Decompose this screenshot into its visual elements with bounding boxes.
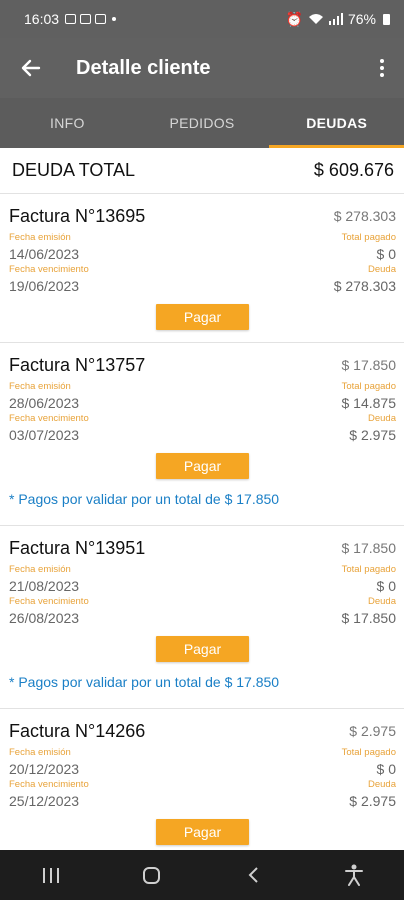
image-notification-icon [65, 14, 77, 24]
debt-value: $ 2.975 [349, 427, 396, 443]
alarm-icon: ⏰ [285, 10, 303, 27]
accessibility-icon [344, 864, 363, 886]
invoice-amount: $ 278.303 [333, 208, 396, 224]
invoice-title: Factura N°13757 [9, 354, 146, 375]
debt-label: Deuda [368, 779, 396, 790]
issue-date-label: Fecha emisión [9, 232, 71, 243]
invoice-amount: $ 2.975 [349, 723, 396, 739]
issue-date-value: 28/06/2023 [9, 395, 80, 411]
more-vert-icon-dot [380, 73, 384, 77]
status-right: ⏰ 76% [286, 11, 390, 28]
more-vert-icon-dot [380, 59, 384, 63]
total-paid-label: Total pagado [341, 564, 396, 575]
pay-button[interactable]: Pagar [156, 636, 249, 662]
debt-label: Deuda [368, 413, 396, 424]
invoice-title: Factura N°13695 [9, 205, 146, 226]
accessibility-button[interactable] [324, 850, 384, 900]
signal-icon [328, 13, 343, 25]
due-date-label: Fecha vencimiento [9, 413, 89, 424]
total-paid-label: Total pagado [341, 381, 396, 392]
pay-button[interactable]: Pagar [156, 819, 249, 845]
system-back-button[interactable] [223, 850, 283, 900]
page-title: Detalle cliente [76, 56, 211, 79]
total-paid-value: $ 0 [376, 578, 396, 594]
invoice-amount: $ 17.850 [341, 540, 397, 556]
debt-value: $ 2.975 [349, 793, 396, 809]
instagram-notification-icon [95, 14, 107, 24]
due-date-value: 25/12/2023 [9, 793, 80, 809]
tab-deudas[interactable]: DEUDAS [269, 98, 404, 148]
issue-date-label: Fecha emisión [9, 747, 71, 758]
issue-date-value: 14/06/2023 [9, 246, 80, 262]
issue-date-value: 21/08/2023 [9, 578, 80, 594]
wifi-icon [308, 14, 323, 24]
chevron-left-icon [248, 867, 258, 883]
total-paid-value: $ 0 [376, 761, 396, 777]
pay-button[interactable]: Pagar [156, 453, 249, 479]
due-date-label: Fecha vencimiento [9, 779, 89, 790]
issue-date-label: Fecha emisión [9, 564, 71, 575]
due-date-label: Fecha vencimiento [9, 264, 89, 275]
debts-list[interactable]: DEUDA TOTAL $ 609.676 Factura N°13695 $ … [0, 148, 404, 850]
invoice-card: Factura N°13951 $ 17.850 Fecha emisión 2… [0, 526, 404, 709]
pending-validation-note: * Pagos por validar por un total de $ 17… [9, 674, 280, 690]
invoice-card: Factura N°13757 $ 17.850 Fecha emisión 2… [0, 343, 404, 526]
invoice-title: Factura N°13951 [9, 537, 146, 558]
issue-date-value: 20/12/2023 [9, 761, 80, 777]
recents-icon [42, 867, 59, 883]
due-date-label: Fecha vencimiento [9, 596, 89, 607]
debt-value: $ 278.303 [333, 278, 396, 294]
mail-notification-icon [80, 14, 92, 24]
total-paid-value: $ 0 [376, 246, 396, 262]
status-left: 16:03 [24, 11, 117, 27]
more-notifications-icon [112, 17, 117, 21]
invoice-card: Factura N°14266 $ 2.975 Fecha emisión 20… [0, 709, 404, 850]
total-paid-value: $ 14.875 [341, 395, 397, 411]
debt-label: Deuda [368, 596, 396, 607]
more-options-button[interactable] [360, 38, 404, 98]
due-date-value: 19/06/2023 [9, 278, 80, 294]
recents-button[interactable] [21, 850, 81, 900]
notification-icons [65, 14, 117, 24]
invoice-title: Factura N°14266 [9, 720, 146, 741]
invoice-amount: $ 17.850 [341, 357, 397, 373]
battery-percent: 76% [347, 11, 376, 27]
more-vert-icon-dot [380, 66, 384, 70]
app-bar: Detalle cliente [0, 38, 404, 98]
tab-bar: INFO PEDIDOS DEUDAS [0, 98, 404, 148]
debt-value: $ 17.850 [341, 610, 397, 626]
debt-total-value: $ 609.676 [313, 160, 394, 180]
pending-validation-note: * Pagos por validar por un total de $ 17… [9, 491, 280, 507]
debt-label: Deuda [368, 264, 396, 275]
pay-button[interactable]: Pagar [156, 304, 249, 330]
due-date-value: 03/07/2023 [9, 427, 80, 443]
system-nav-bar [0, 850, 404, 900]
tab-pedidos[interactable]: PEDIDOS [135, 98, 270, 148]
status-bar: 16:03 ⏰ 76% [0, 0, 404, 38]
arrow-left-icon [21, 59, 41, 77]
issue-date-label: Fecha emisión [9, 381, 71, 392]
total-paid-label: Total pagado [341, 747, 396, 758]
home-icon [143, 866, 160, 884]
tab-info[interactable]: INFO [0, 98, 135, 148]
back-button[interactable] [0, 38, 62, 98]
debt-total-label: DEUDA TOTAL [12, 160, 136, 180]
total-paid-label: Total pagado [341, 232, 396, 243]
battery-icon [383, 13, 390, 25]
invoice-card: Factura N°13695 $ 278.303 Fecha emisión … [0, 194, 404, 343]
debt-total-row: DEUDA TOTAL $ 609.676 [0, 148, 404, 194]
due-date-value: 26/08/2023 [9, 610, 80, 626]
home-button[interactable] [122, 850, 182, 900]
status-time: 16:03 [24, 11, 60, 27]
